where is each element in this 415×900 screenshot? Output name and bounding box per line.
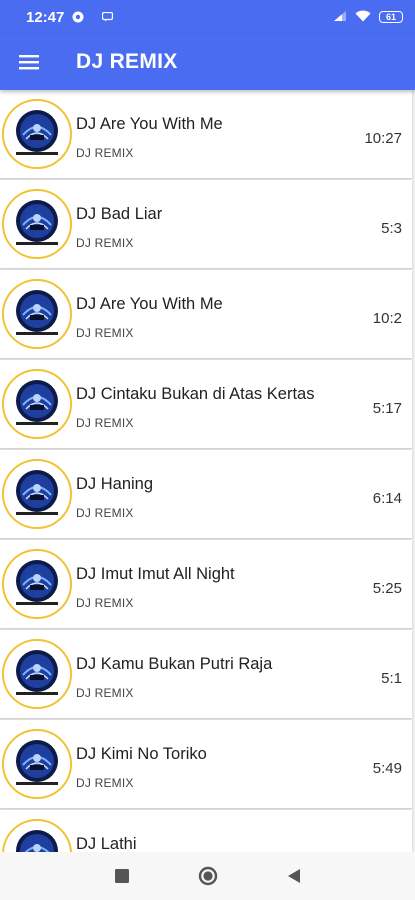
song-list[interactable]: DJ Are You With Me DJ REMIX 10:27 DJ Bad…	[0, 90, 415, 852]
song-title: DJ Kamu Bukan Putri Raja	[76, 655, 273, 673]
song-artist: DJ REMIX	[76, 146, 134, 160]
song-list-item[interactable]: DJ Kamu Bukan Putri Raja DJ REMIX 5:1	[0, 630, 412, 718]
home-circle-icon[interactable]	[196, 864, 220, 888]
song-duration: 5:17	[372, 400, 402, 417]
song-duration: 10:27	[364, 130, 402, 147]
album-art-thumbnail	[2, 549, 72, 619]
song-title: DJ Lathi	[76, 835, 137, 852]
song-artist: DJ REMIX	[76, 326, 134, 340]
song-title: DJ Are You With Me	[76, 295, 223, 313]
status-time: 12:47	[26, 8, 65, 26]
status-bar: 12:47 61	[0, 0, 415, 34]
album-art-thumbnail	[2, 639, 72, 709]
battery-icon: 61	[379, 11, 403, 23]
song-duration: 5:49	[372, 760, 402, 777]
album-art-thumbnail	[2, 819, 72, 852]
song-artist: DJ REMIX	[76, 236, 134, 250]
song-list-item[interactable]: DJ Cintaku Bukan di Atas Kertas DJ REMIX…	[0, 360, 412, 448]
message-icon	[102, 12, 114, 22]
album-art-thumbnail	[2, 99, 72, 169]
app-bar: DJ REMIX	[0, 34, 415, 90]
song-list-item[interactable]: DJ Haning DJ REMIX 6:14	[0, 450, 412, 538]
album-art-thumbnail	[2, 279, 72, 349]
song-title: DJ Kimi No Toriko	[76, 745, 207, 763]
song-artist: DJ REMIX	[76, 686, 134, 700]
song-list-item[interactable]: DJ Are You With Me DJ REMIX 10:27	[0, 90, 412, 178]
song-artist: DJ REMIX	[76, 776, 134, 790]
album-art-thumbnail	[2, 729, 72, 799]
song-list-item[interactable]: DJ Are You With Me DJ REMIX 10:2	[0, 270, 412, 358]
song-title: DJ Haning	[76, 475, 154, 493]
song-title: DJ Imut Imut All Night	[76, 565, 235, 583]
song-artist: DJ REMIX	[76, 506, 134, 520]
song-list-item[interactable]: DJ Bad Liar DJ REMIX 5:3	[0, 180, 412, 268]
back-triangle-icon[interactable]	[282, 864, 306, 888]
song-duration: 5:1	[381, 670, 402, 687]
recents-square-icon[interactable]	[110, 864, 134, 888]
song-title: DJ Bad Liar	[76, 205, 163, 223]
song-duration: 6:14	[372, 490, 402, 507]
notification-circle-icon	[72, 11, 84, 23]
song-title: DJ Cintaku Bukan di Atas Kertas	[76, 385, 315, 403]
album-art-thumbnail	[2, 369, 72, 439]
song-list-item[interactable]: DJ Imut Imut All Night DJ REMIX 5:25	[0, 540, 412, 628]
song-artist: DJ REMIX	[76, 416, 134, 430]
status-right-icons: 61	[333, 9, 403, 26]
song-artist: DJ REMIX	[76, 596, 134, 610]
song-duration: 10:2	[372, 310, 402, 327]
page-title: DJ REMIX	[76, 50, 178, 73]
wifi-icon	[355, 9, 371, 26]
song-list-item[interactable]: DJ Kimi No Toriko DJ REMIX 5:49	[0, 720, 412, 808]
song-title: DJ Are You With Me	[76, 115, 223, 133]
album-art-thumbnail	[2, 189, 72, 259]
song-duration: 5:25	[372, 580, 402, 597]
system-navigation-bar	[0, 852, 415, 900]
song-list-item[interactable]: DJ Lathi	[0, 810, 412, 852]
album-art-thumbnail	[2, 459, 72, 529]
signal-icon	[333, 9, 347, 26]
hamburger-menu-icon[interactable]	[0, 34, 58, 90]
song-duration: 5:3	[381, 220, 402, 237]
